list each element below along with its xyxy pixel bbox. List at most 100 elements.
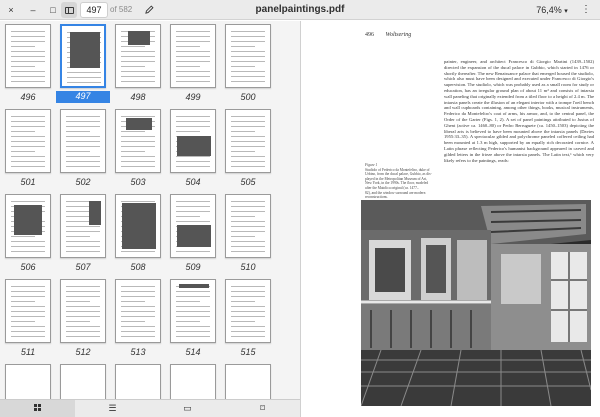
thumbnail-page-label: 515 [240, 347, 256, 357]
thumbnail-text-line [176, 296, 210, 297]
thumbnail-text-line [121, 316, 155, 317]
page-thumbnail[interactable] [225, 24, 271, 88]
page-thumbnail[interactable] [60, 109, 106, 173]
thumbnail-text-line [231, 41, 265, 42]
thumbnail-text-line [11, 286, 45, 287]
thumbnail-text-line [176, 336, 210, 337]
tab-annotations[interactable]: ▭ [150, 400, 225, 417]
thumbnail-sidebar: 496 497 498 499 500 501 502 503 504 505 506 507 508 5… [0, 21, 300, 399]
menu-button[interactable]: ⋮ [578, 2, 594, 18]
page-thumbnail[interactable] [115, 279, 161, 343]
thumbnail-text-line [176, 291, 210, 292]
page-thumbnail[interactable] [170, 364, 216, 399]
page-thumbnail[interactable] [115, 24, 161, 88]
thumbnail-page-label: 510 [240, 262, 256, 272]
page-thumbnail[interactable] [225, 109, 271, 173]
thumbnail-text-line [121, 326, 155, 327]
thumbnail-text-line [11, 246, 45, 247]
thumbnail-page-label: 511 [20, 347, 36, 357]
thumbnail-text-line [66, 121, 100, 122]
page-thumbnail[interactable] [170, 194, 216, 258]
maximize-button[interactable]: □ [46, 2, 60, 18]
thumbnail-text-line [176, 56, 210, 57]
thumbnail-text-line [66, 226, 100, 227]
page-thumbnail[interactable] [60, 194, 106, 258]
thumbnail-text-line [231, 136, 265, 137]
page-number-input[interactable]: 497 [80, 2, 108, 18]
thumbnail-text-line [176, 76, 210, 77]
thumbnail-text-line [231, 51, 265, 52]
thumbnail-text-line [231, 206, 265, 207]
page-thumbnail[interactable] [60, 364, 106, 399]
thumbnail-text-line [11, 136, 45, 137]
page-total-label: of 582 [110, 5, 133, 14]
thumbnail-text-line [67, 77, 101, 78]
page-thumbnail[interactable] [5, 279, 51, 343]
tab-bookmarks[interactable]: ⌑ [225, 400, 300, 417]
thumbnail-text-line [66, 231, 100, 232]
thumbnail-text-line [11, 126, 45, 127]
thumbnail-text-line [231, 131, 255, 132]
thumbnail-text-line [121, 331, 155, 332]
pane-divider[interactable] [300, 21, 301, 417]
thumbnail-text-line [66, 306, 100, 307]
thumbnail-text-line [176, 301, 200, 302]
thumbnail-text-line [176, 46, 200, 47]
thumbnail-text-line [176, 31, 210, 32]
zoom-level-button[interactable]: 76,4% ▾ [532, 2, 572, 18]
thumbnail-text-line [66, 321, 90, 322]
thumbnail-text-line [121, 201, 155, 202]
thumbnail-image [89, 201, 101, 225]
annotations-icon: ▭ [183, 403, 192, 413]
thumbnail-page-label: 504 [185, 177, 201, 187]
page-thumbnail[interactable] [225, 364, 271, 399]
thumbnail-page-label: 506 [20, 262, 36, 272]
thumbnail-text-line [231, 221, 265, 222]
thumbnail-text-line [11, 151, 35, 152]
thumbnail-text-line [121, 336, 155, 337]
minimize-icon: – [30, 5, 36, 15]
page-thumbnail[interactable] [170, 109, 216, 173]
thumbnail-text-line [176, 51, 210, 52]
page-thumbnail[interactable] [5, 109, 51, 173]
page-thumbnail[interactable] [115, 194, 161, 258]
thumbnail-text-line [11, 46, 35, 47]
thumbnail-text-line [11, 236, 35, 237]
page-thumbnail[interactable] [5, 194, 51, 258]
thumbnail-text-line [66, 286, 100, 287]
studiolo-photo-graphic [361, 200, 591, 406]
thumbnail-text-line [231, 31, 265, 32]
annotate-button[interactable] [141, 2, 157, 18]
thumbnail-text-line [231, 161, 265, 162]
thumbnail-text-line [11, 61, 45, 62]
tab-thumbnails[interactable] [0, 400, 75, 417]
thumbnail-text-line [11, 161, 45, 162]
thumbnail-text-line [176, 131, 200, 132]
page-thumbnail[interactable] [225, 194, 271, 258]
thumbnail-text-line [66, 301, 90, 302]
close-button[interactable]: × [4, 2, 18, 18]
page-thumbnail[interactable] [115, 364, 161, 399]
page-thumbnail[interactable] [60, 279, 106, 343]
thumbnail-page-label: 498 [130, 92, 146, 102]
tab-outline[interactable]: ☰ [75, 400, 150, 417]
page-thumbnail[interactable] [60, 24, 106, 88]
page-thumbnail[interactable] [170, 24, 216, 88]
sidebar-toggle-button[interactable] [61, 2, 77, 18]
thumbnail-text-line [121, 116, 155, 117]
thumbnail-text-line [66, 316, 100, 317]
thumbnail-text-line [66, 331, 100, 332]
page-thumbnail[interactable] [115, 109, 161, 173]
thumbnail-text-line [231, 76, 265, 77]
page-thumbnail[interactable] [5, 24, 51, 88]
thumbnail-text-line [176, 156, 210, 157]
thumbnail-text-line [66, 151, 90, 152]
page-thumbnail[interactable] [5, 364, 51, 399]
page-thumbnail[interactable] [225, 279, 271, 343]
page-thumbnail[interactable] [170, 279, 216, 343]
maximize-icon: □ [50, 5, 56, 15]
thumbnail-text-line [176, 221, 210, 222]
thumbnail-text-line [176, 66, 200, 67]
thumbnail-text-line [231, 126, 265, 127]
minimize-button[interactable]: – [26, 2, 40, 18]
